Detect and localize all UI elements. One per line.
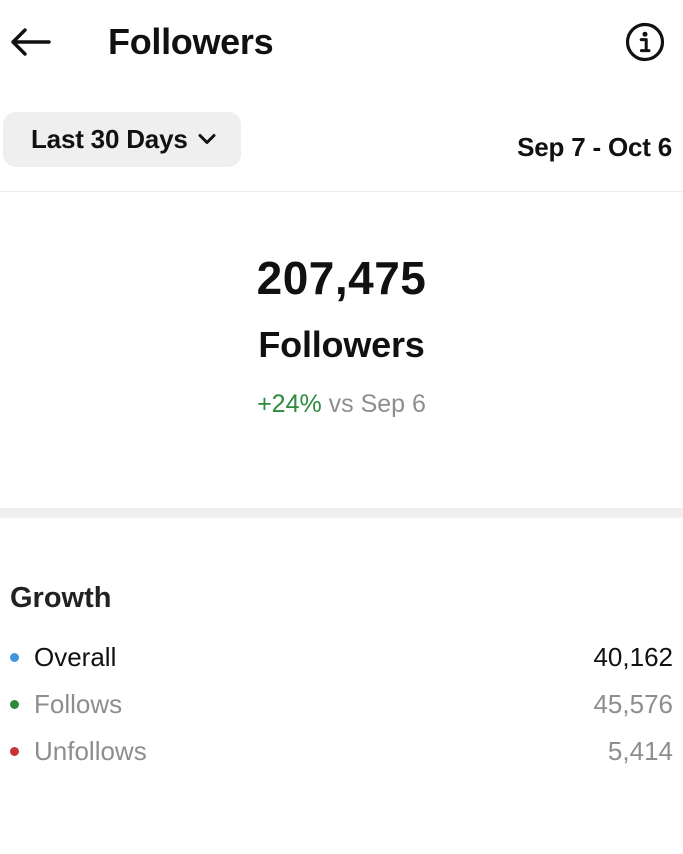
change-comparison: vs Sep 6 [328,390,426,418]
page-title: Followers [108,21,274,62]
back-button[interactable] [6,20,54,64]
growth-row-label: Overall [34,642,117,672]
followers-insights-page: Followers Last 30 Days Sep 7 - Oct 6 207… [0,0,683,854]
divider [0,191,683,192]
growth-row-value: 40,162 [593,642,673,672]
growth-section-title: Growth [10,582,112,614]
growth-row-label: Unfollows [34,736,147,766]
growth-row-unfollows: Unfollows 5,414 [0,727,683,774]
follower-summary: 207,475 Followers +24% vs Sep 6 [0,246,683,426]
date-range-dropdown[interactable]: Last 30 Days [3,112,241,167]
info-button[interactable] [624,21,666,63]
growth-row-overall: Overall 40,162 [0,633,683,680]
growth-list: Overall 40,162 Follows 45,576 Unfollows … [0,633,683,774]
follower-count: 207,475 [256,252,427,304]
growth-row-label: Follows [34,689,123,719]
growth-row-follows: Follows 45,576 [0,680,683,727]
arrow-left-icon [11,28,51,56]
change-line: +24% vs Sep 6 [0,382,683,426]
section-divider [0,508,683,518]
follows-dot-icon [10,700,19,709]
follower-count-label: Followers [258,324,425,365]
header-bar: Followers [0,0,683,84]
growth-row-value: 5,414 [607,736,673,766]
date-range-dropdown-label: Last 30 Days [31,124,188,154]
chevron-down-icon [198,133,216,144]
unfollows-dot-icon [10,747,19,756]
change-percent: +24% [257,390,322,418]
date-range-text: Sep 7 - Oct 6 [517,132,672,162]
growth-row-value: 45,576 [593,689,673,719]
info-circle-icon [625,22,665,62]
overall-dot-icon [10,653,19,662]
